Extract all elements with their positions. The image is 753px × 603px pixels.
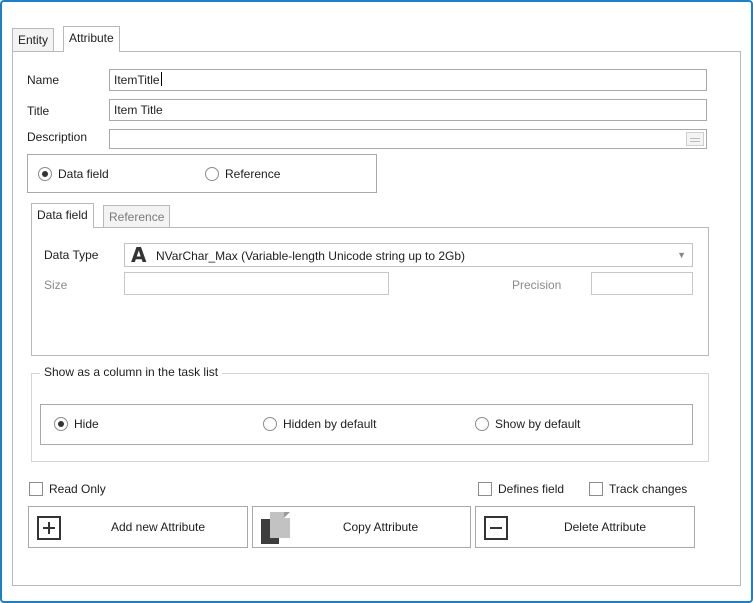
add-attribute-button[interactable]: Add new Attribute [28,506,248,548]
name-value: ItemTitle [114,73,160,87]
data-type-select[interactable]: A NVarChar_Max (Variable-length Unicode … [124,243,693,267]
name-label: Name [27,73,60,87]
read-only-checkbox[interactable]: Read Only [29,482,106,496]
plus-box-icon [37,516,61,540]
tab-data-field[interactable]: Data field [31,203,94,228]
radio-show-by-default[interactable]: Show by default [475,417,580,431]
radio-data-field-label: Data field [58,167,109,181]
checkbox-icon [29,482,43,496]
data-type-value: NVarChar_Max (Variable-length Unicode st… [156,249,466,263]
tab-attribute[interactable]: Attribute [63,26,120,52]
data-type-label: Data Type [44,248,99,262]
size-input[interactable] [124,272,389,295]
text-caret [160,72,162,86]
title-label: Title [27,104,50,118]
radio-hidden-by-default-label: Hidden by default [283,417,377,431]
radio-hide-label: Hide [74,417,99,431]
copy-icon [260,511,292,545]
add-attribute-label: Add new Attribute [110,520,206,534]
checkbox-icon [589,482,603,496]
description-label: Description [27,130,88,144]
checkbox-icon [478,482,492,496]
attribute-editor-window: Entity Attribute Name ItemTitle Title It… [0,0,753,603]
radio-hidden-by-default[interactable]: Hidden by default [263,417,376,431]
radio-unselected-icon [205,167,219,181]
radio-hide[interactable]: Hide [54,417,99,431]
description-input[interactable] [109,129,707,149]
tab-reference[interactable]: Reference [103,205,171,228]
read-only-label: Read Only [49,482,106,496]
minus-box-icon [484,516,508,540]
radio-reference-label: Reference [225,167,281,181]
task-list-legend: Show as a column in the task list [40,365,223,379]
precision-label: Precision [512,278,562,292]
delete-attribute-button[interactable]: Delete Attribute [475,506,695,548]
chevron-down-icon: ▼ [677,250,686,260]
precision-input[interactable] [591,272,693,295]
expand-editor-icon[interactable] [686,132,704,146]
radio-selected-icon [54,417,68,431]
radio-reference[interactable]: Reference [205,167,280,181]
radio-selected-icon [38,167,52,181]
title-input[interactable]: Item Title [109,99,707,121]
radio-unselected-icon [475,417,489,431]
letter-a-icon: A [131,243,147,267]
defines-field-label: Defines field [498,482,565,496]
track-changes-label: Track changes [609,482,688,496]
radio-unselected-icon [263,417,277,431]
radio-data-field[interactable]: Data field [38,167,109,181]
tab-entity[interactable]: Entity [12,28,55,52]
delete-attribute-label: Delete Attribute [563,520,647,534]
name-input[interactable]: ItemTitle [109,69,707,91]
radio-show-by-default-label: Show by default [495,417,581,431]
track-changes-checkbox[interactable]: Track changes [589,482,687,496]
copy-attribute-button[interactable]: Copy Attribute [252,506,471,548]
defines-field-checkbox[interactable]: Defines field [478,482,564,496]
size-label: Size [44,278,68,292]
